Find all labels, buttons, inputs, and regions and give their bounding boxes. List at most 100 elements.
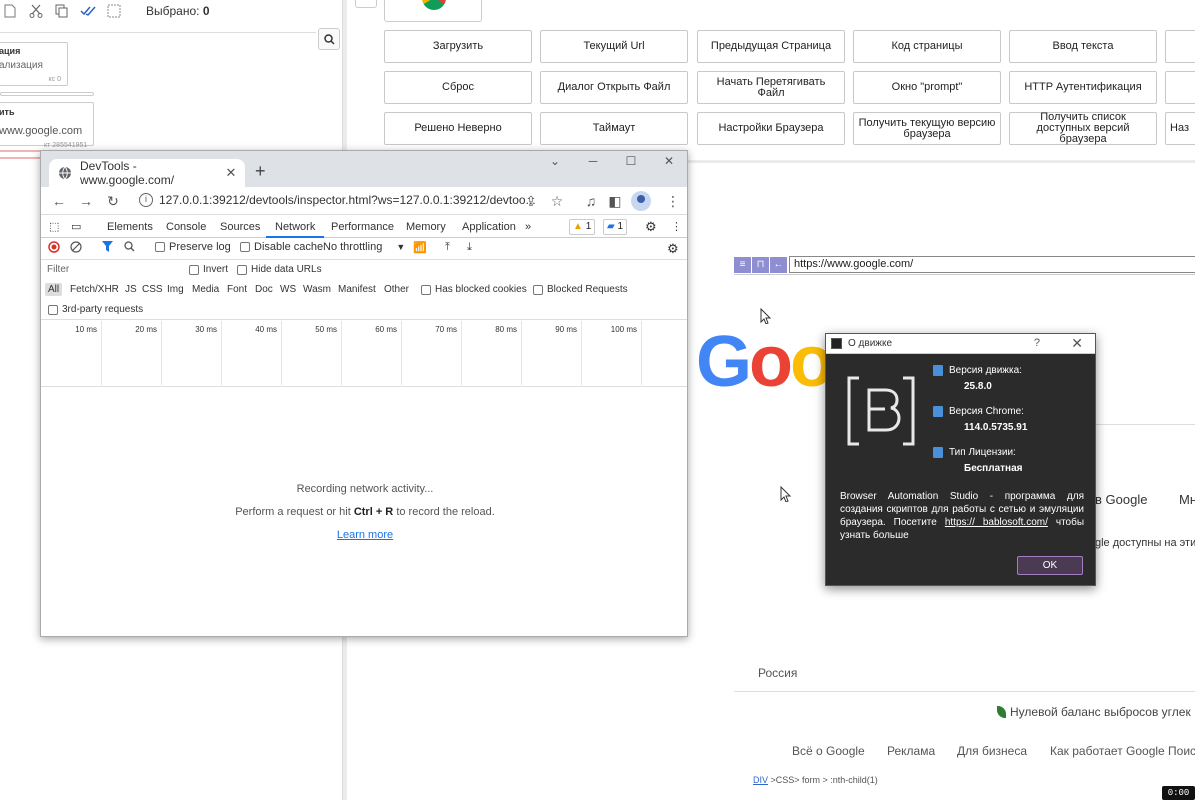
action-button[interactable]: Таймаут xyxy=(540,112,688,145)
action-button[interactable]: Получить список доступных версий браузер… xyxy=(1009,112,1157,145)
help-icon[interactable]: ? xyxy=(1034,337,1040,349)
tab-network[interactable]: Network xyxy=(266,216,325,238)
filter-img[interactable]: Img xyxy=(167,284,184,295)
check-all-icon[interactable] xyxy=(80,3,96,19)
browser-url-input[interactable]: https://www.google.com/ xyxy=(789,256,1195,273)
chrome-engine-button[interactable] xyxy=(384,0,482,22)
search-icon[interactable] xyxy=(124,241,135,252)
action-button[interactable]: Наз xyxy=(1165,112,1195,145)
back-arrow-icon[interactable]: ← xyxy=(770,256,787,273)
cut-icon[interactable] xyxy=(28,3,44,19)
tab-memory[interactable]: Memory xyxy=(406,216,446,238)
tab-application[interactable]: Application xyxy=(462,216,516,238)
copy-icon[interactable] xyxy=(54,3,70,19)
filter-manifest[interactable]: Manifest xyxy=(338,284,376,295)
more-tabs-icon[interactable]: » xyxy=(525,216,531,238)
tab-performance[interactable]: Performance xyxy=(331,216,394,238)
devtools-url[interactable]: 127.0.0.1:39212/devtools/inspector.html?… xyxy=(159,193,536,207)
inspect-element-icon[interactable]: ⬚ xyxy=(49,216,59,238)
bookmark-star-icon[interactable]: ☆ xyxy=(549,193,565,209)
filter-js[interactable]: JS xyxy=(125,284,137,295)
filter-other[interactable]: Other xyxy=(384,284,409,295)
blocked-cookies-checkbox[interactable]: Has blocked cookies xyxy=(421,284,527,295)
profile-avatar[interactable] xyxy=(631,191,651,211)
disable-cache-checkbox[interactable]: Disable cache xyxy=(240,241,323,253)
side-panel-icon[interactable]: ◧ xyxy=(607,193,623,209)
action-button[interactable]: Сброс xyxy=(384,71,532,104)
close-icon[interactable]: ✕ xyxy=(1071,335,1083,352)
device-toolbar-icon[interactable]: ▭ xyxy=(71,216,81,238)
footer-link-ads[interactable]: Реклама xyxy=(887,744,935,758)
blocked-requests-checkbox[interactable]: Blocked Requests xyxy=(533,284,628,295)
action-button[interactable]: Решено Неверно xyxy=(384,112,532,145)
ok-button[interactable]: OK xyxy=(1017,556,1083,575)
tab-console[interactable]: Console xyxy=(166,216,206,238)
action-button[interactable] xyxy=(1165,71,1195,104)
messages-badge[interactable]: ▰ 1 xyxy=(603,219,628,235)
select-area-icon[interactable] xyxy=(106,3,122,19)
throttling-select[interactable]: No throttling ▼ xyxy=(323,241,405,253)
import-har-icon[interactable]: ⤒ xyxy=(445,241,450,254)
google-search-button[interactable]: в Google xyxy=(1095,492,1147,507)
document-icon[interactable] xyxy=(2,3,18,19)
kebab-menu-icon[interactable]: ⋮ xyxy=(665,193,681,209)
tab-elements[interactable]: Elements xyxy=(107,216,153,238)
filter-font[interactable]: Font xyxy=(227,284,247,295)
back-icon[interactable]: ← xyxy=(51,193,67,209)
reload-icon[interactable]: ↻ xyxy=(105,193,121,209)
close-tab-icon[interactable]: ✕ xyxy=(223,165,239,181)
script-node-load[interactable]: ить www.google.com xyxy=(0,102,94,146)
action-button[interactable]: HTTP Аутентификация xyxy=(1009,71,1157,104)
network-settings-gear-icon[interactable]: ⚙ xyxy=(667,241,679,257)
action-button[interactable]: Настройки Браузера xyxy=(697,112,845,145)
menu-icon[interactable]: ≡ xyxy=(734,256,751,273)
export-har-icon[interactable]: ⤓ xyxy=(467,241,472,254)
close-window-icon[interactable]: ✕ xyxy=(659,154,679,170)
filter-doc[interactable]: Doc xyxy=(255,284,273,295)
hide-data-urls-checkbox[interactable]: Hide data URLs xyxy=(237,264,322,275)
maximize-icon[interactable]: ☐ xyxy=(621,154,641,170)
clear-icon[interactable] xyxy=(70,241,82,253)
record-stop-icon[interactable] xyxy=(48,241,60,253)
action-button[interactable] xyxy=(1165,30,1195,63)
filter-css[interactable]: CSS xyxy=(142,284,163,295)
third-party-checkbox[interactable]: 3rd-party requests xyxy=(48,304,143,315)
learn-more-link[interactable]: Learn more xyxy=(41,529,687,541)
network-conditions-icon[interactable]: 📶 xyxy=(413,241,427,254)
record-icon[interactable]: ⊓ xyxy=(752,256,769,273)
feeling-lucky-button[interactable]: Мн xyxy=(1179,492,1195,507)
site-info-icon[interactable]: i xyxy=(139,193,153,207)
action-button[interactable]: Ввод текста xyxy=(1009,30,1157,63)
tab-sources[interactable]: Sources xyxy=(220,216,260,238)
action-button[interactable]: Загрузить xyxy=(384,30,532,63)
action-button[interactable]: Начать Перетягивать Файл xyxy=(697,71,845,104)
action-button[interactable]: Окно "prompt" xyxy=(853,71,1001,104)
minimize-icon[interactable]: ─ xyxy=(583,154,603,170)
forward-icon[interactable]: → xyxy=(78,193,94,209)
media-control-icon[interactable]: ♫ xyxy=(583,193,599,209)
filter-input[interactable]: Filter xyxy=(47,264,69,275)
filter-ws[interactable]: WS xyxy=(280,284,296,295)
action-button[interactable]: Код страницы xyxy=(853,30,1001,63)
invert-checkbox[interactable]: Invert xyxy=(189,264,228,275)
action-button[interactable]: Текущий Url xyxy=(540,30,688,63)
script-node-init[interactable]: ация ализация кс 0 xyxy=(0,42,68,86)
action-button[interactable]: Получить текущую версию браузера xyxy=(853,112,1001,145)
filter-all[interactable]: All xyxy=(45,283,63,296)
action-button[interactable]: Предыдущая Страница xyxy=(697,30,845,63)
filter-fetch-xhr[interactable]: Fetch/XHR xyxy=(70,284,119,295)
devtools-menu-icon[interactable]: ⋮ xyxy=(671,216,682,238)
filter-media[interactable]: Media xyxy=(192,284,219,295)
bablosoft-link[interactable]: https:// bablosoft.com/ xyxy=(945,517,1048,528)
action-button[interactable]: Диалог Открыть Файл xyxy=(540,71,688,104)
new-tab-icon[interactable]: + xyxy=(255,161,266,182)
filter-wasm[interactable]: Wasm xyxy=(303,284,331,295)
carbon-neutral-link[interactable]: Нулевой баланс выбросов углек xyxy=(997,705,1191,719)
network-timeline-overview[interactable]: 10 ms 20 ms 30 ms 40 ms 50 ms 60 ms 70 ms 80 ms… xyxy=(41,321,687,387)
filter-icon[interactable] xyxy=(102,241,113,252)
chevron-down-icon[interactable]: ⌄ xyxy=(545,154,565,170)
warnings-badge[interactable]: ▲ 1 xyxy=(569,219,596,235)
footer-link-how-search-works[interactable]: Как работает Google Поиск xyxy=(1050,744,1195,758)
preserve-log-checkbox[interactable]: Preserve log xyxy=(155,241,231,253)
devtools-browser-tab[interactable]: DevTools - www.google.com/ ✕ xyxy=(49,159,245,187)
